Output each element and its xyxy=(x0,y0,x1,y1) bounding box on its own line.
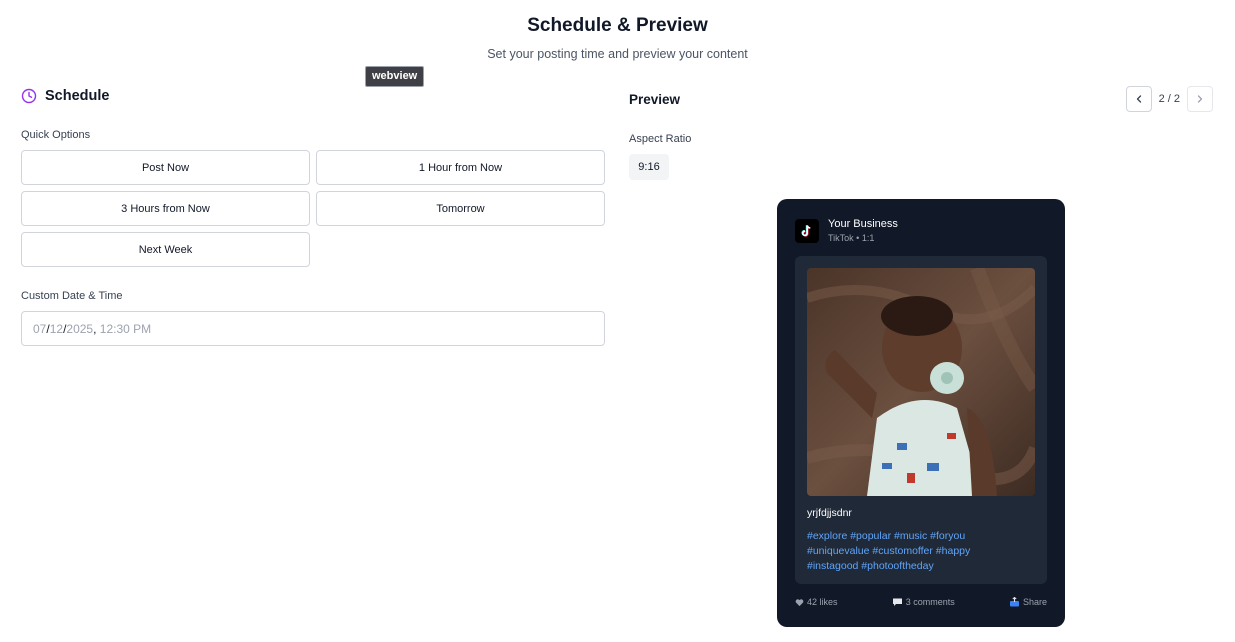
datetime-input[interactable]: 07/12/2025, 12:30 PM xyxy=(21,311,605,346)
page-title: Schedule & Preview xyxy=(527,15,708,36)
one-hour-button[interactable]: 1 Hour from Now xyxy=(316,150,605,185)
tomorrow-button[interactable]: Tomorrow xyxy=(316,191,605,226)
webview-tooltip: webview xyxy=(365,66,425,87)
three-hours-button[interactable]: 3 Hours from Now xyxy=(21,191,310,226)
post-content: yrjfdjjsdnr #explore #popular #music #fo… xyxy=(795,256,1047,584)
aspect-ratio-badge[interactable]: 9:16 xyxy=(629,154,669,180)
page-counter: 2 / 2 xyxy=(1158,93,1180,105)
quick-options-label: Quick Options xyxy=(21,129,91,141)
schedule-header: Schedule xyxy=(21,86,605,106)
post-image xyxy=(807,268,1035,496)
schedule-title: Schedule xyxy=(45,88,110,104)
next-week-button[interactable]: Next Week xyxy=(21,232,310,267)
heart-icon xyxy=(795,598,804,606)
post-hashtags: #explore #popular #music #foryou #unique… xyxy=(807,530,971,572)
chevron-right-icon xyxy=(1197,95,1203,103)
share-stat[interactable]: Share xyxy=(1009,597,1047,607)
comments-count: 3 comments xyxy=(905,597,955,607)
date-day[interactable]: 12 xyxy=(50,322,63,336)
date-year[interactable]: 2025 xyxy=(66,322,93,336)
clock-icon xyxy=(21,88,37,104)
preview-pager: 2 / 2 xyxy=(1125,86,1213,112)
likes-stat: 42 likes xyxy=(795,597,838,607)
post-stats: 42 likes 3 comments Share xyxy=(795,597,1047,607)
aspect-ratio-label: Aspect Ratio xyxy=(629,133,692,145)
chevron-left-icon xyxy=(1136,95,1141,103)
share-icon xyxy=(1009,597,1019,607)
page-header: Schedule & Preview Set your posting time… xyxy=(0,14,1235,62)
page-subtitle: Set your posting time and preview your c… xyxy=(487,47,748,61)
time-value[interactable]: 12:30 PM xyxy=(100,322,151,336)
post-header: Your Business TikTok • 1:1 xyxy=(795,218,898,244)
account-meta: TikTok • 1:1 xyxy=(828,233,875,243)
post-preview-card: Your Business TikTok • 1:1 yrjfdjjsdnr #… xyxy=(777,199,1065,627)
schedule-panel: Schedule Quick Options Post Now 1 Hour f… xyxy=(21,86,605,346)
quick-options-grid: Post Now 1 Hour from Now 3 Hours from No… xyxy=(21,150,605,267)
post-caption: yrjfdjjsdnr xyxy=(807,507,852,519)
account-name: Your Business xyxy=(828,218,898,230)
date-separator: , xyxy=(93,321,97,336)
tiktok-logo-icon xyxy=(795,219,819,243)
post-now-button[interactable]: Post Now xyxy=(21,150,310,185)
comment-icon xyxy=(892,598,902,606)
date-month[interactable]: 07 xyxy=(33,322,46,336)
custom-datetime-label: Custom Date & Time xyxy=(21,290,123,302)
prev-button[interactable] xyxy=(1125,86,1152,112)
comments-stat: 3 comments xyxy=(892,597,955,607)
next-button[interactable] xyxy=(1187,86,1213,112)
share-label: Share xyxy=(1022,597,1047,607)
preview-title: Preview xyxy=(629,92,681,107)
likes-count: 42 likes xyxy=(807,597,838,607)
